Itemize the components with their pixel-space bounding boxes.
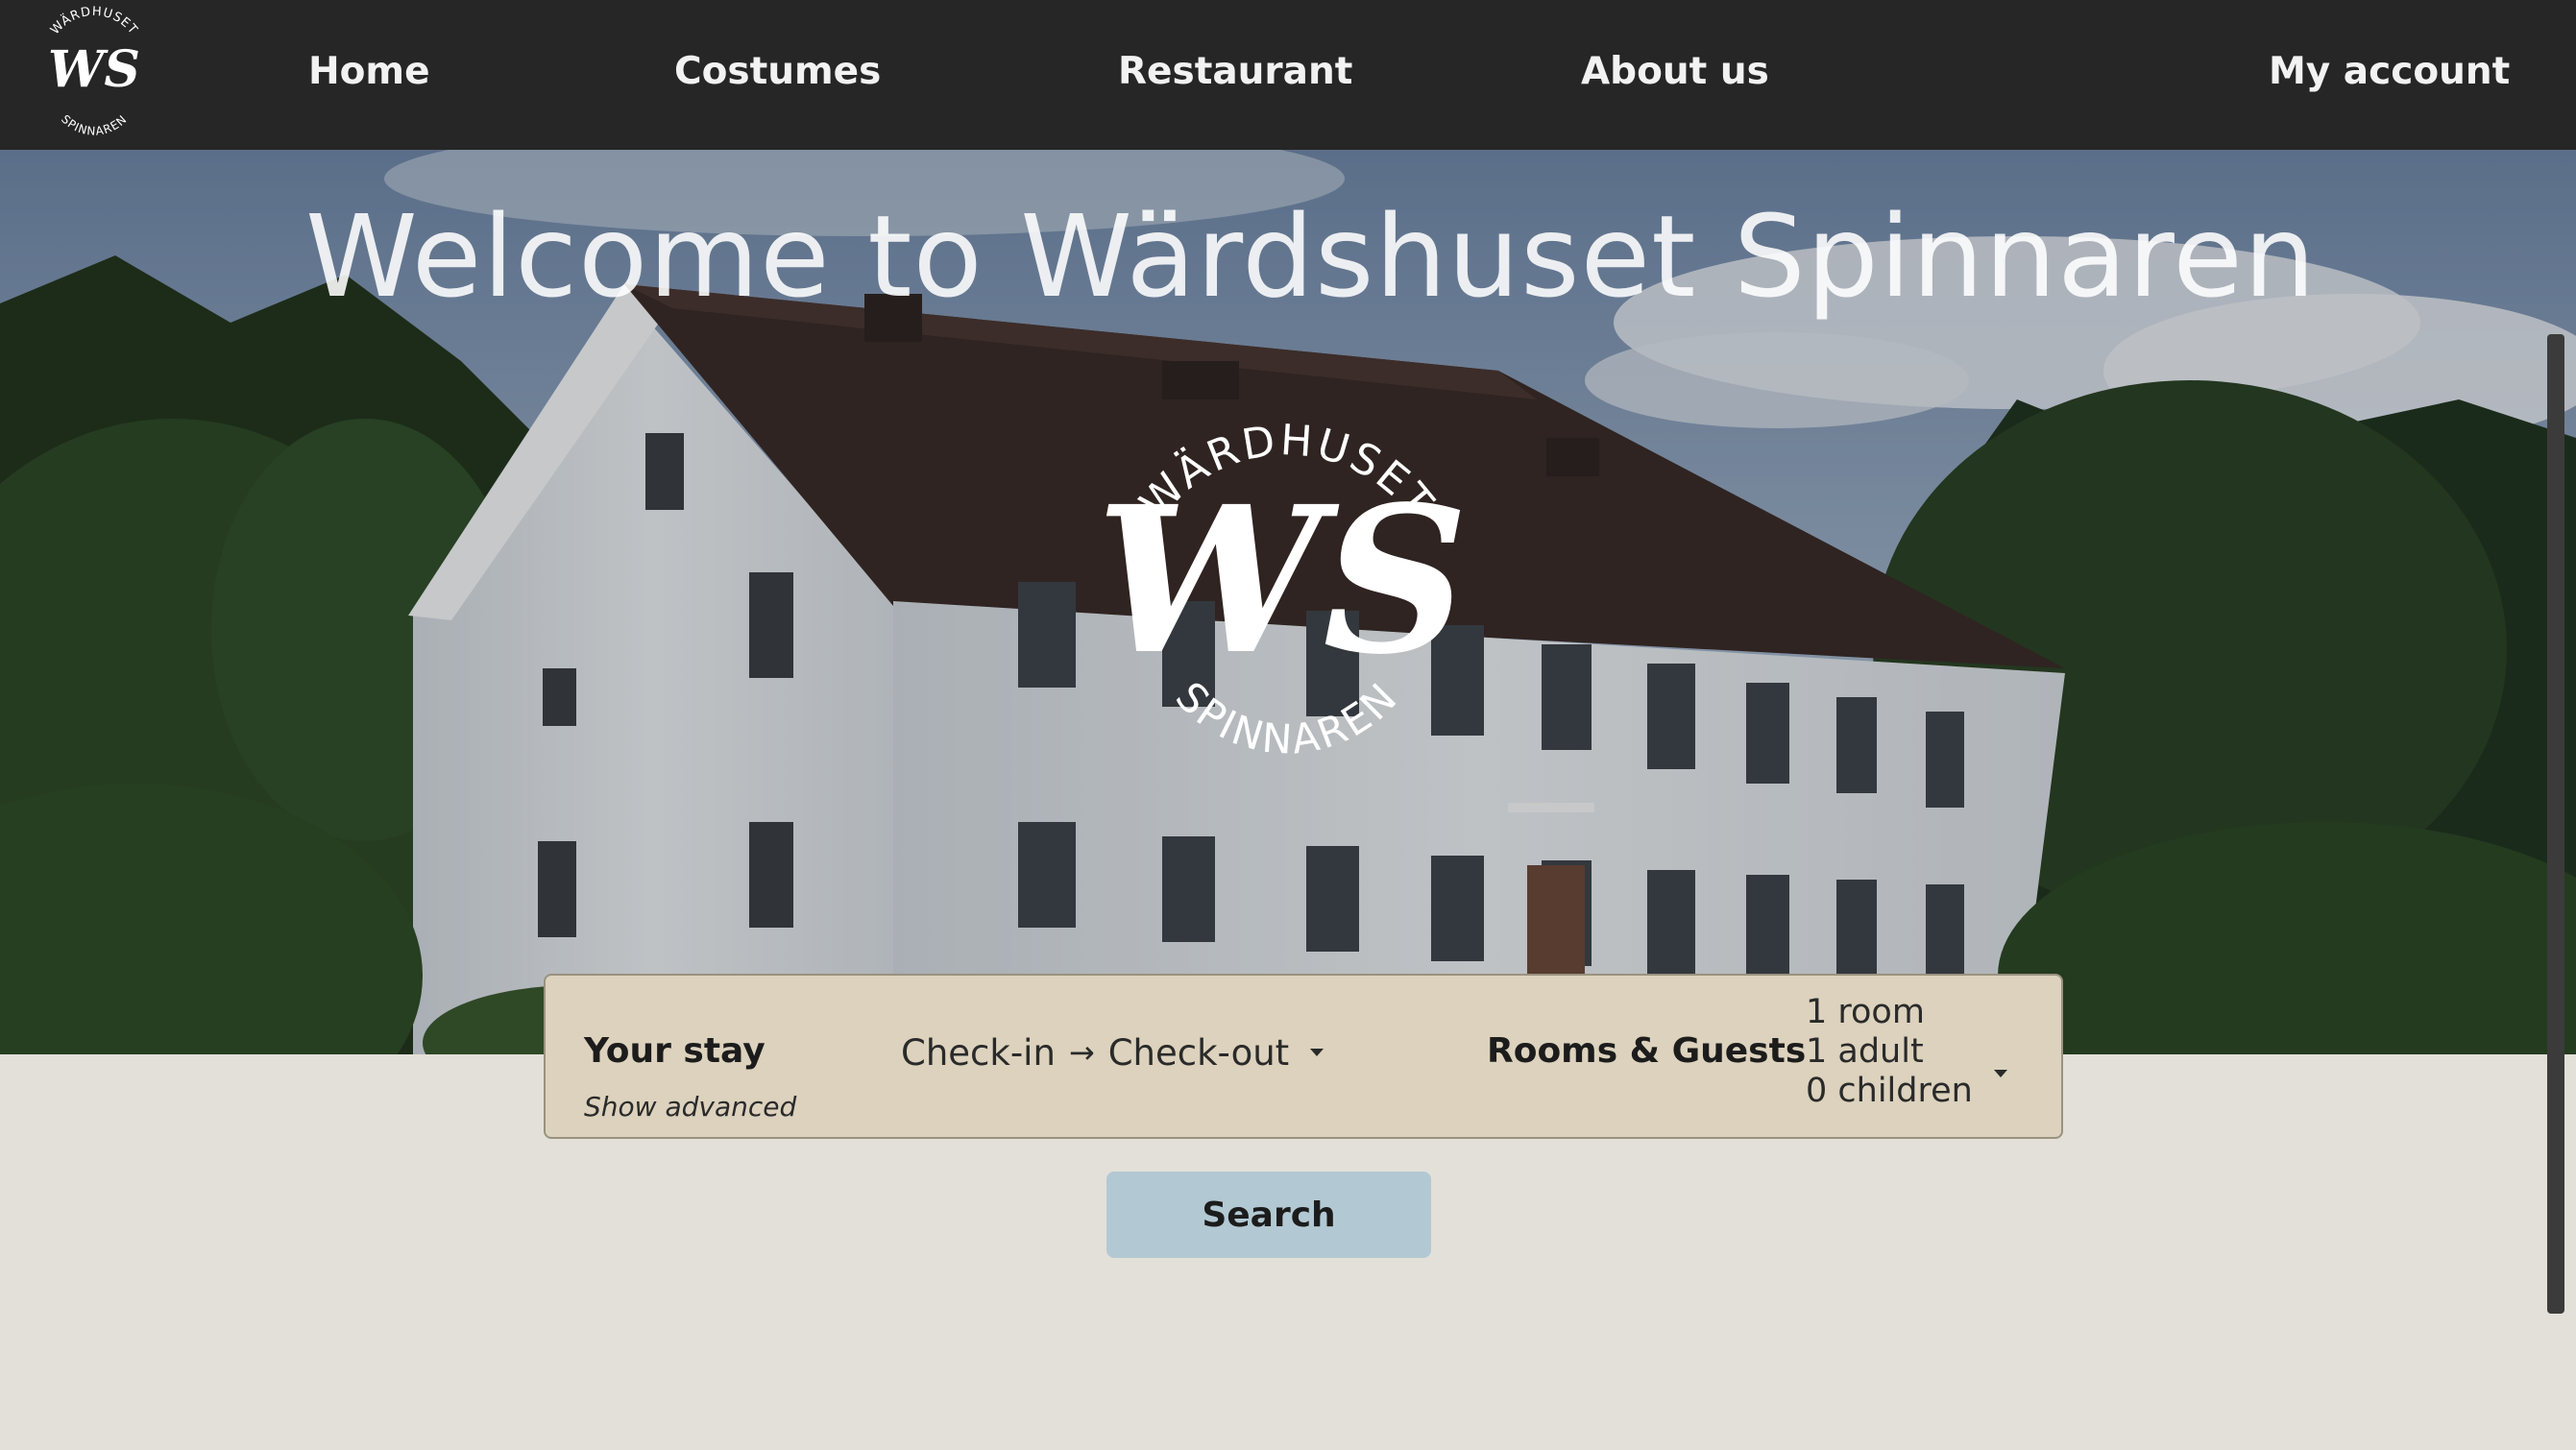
nav-link-my-account[interactable]: My account bbox=[2269, 0, 2510, 142]
top-navigation: WÄRDHUSET WS SPINNAREN Home Costumes Res… bbox=[0, 0, 2576, 150]
nav-link-restaurant[interactable]: Restaurant bbox=[1118, 0, 1352, 142]
nav-link-about-us[interactable]: About us bbox=[1581, 0, 1769, 142]
chevron-down-icon[interactable] bbox=[1310, 1049, 1324, 1056]
booking-form: Your stay Show advanced Check-in → Check… bbox=[544, 974, 2063, 1139]
rooms-guests-picker[interactable]: 1 room 1 adult 0 children bbox=[1806, 993, 2036, 1127]
search-button[interactable]: Search bbox=[1106, 1172, 1431, 1258]
adults-count: 1 adult bbox=[1806, 1032, 1924, 1071]
hero-title: Welcome to Wärdshuset Spinnaren bbox=[305, 190, 2317, 323]
hero-logo-emblem-icon: WÄRDHUSET WS SPINNAREN bbox=[1096, 416, 1469, 763]
check-out-field[interactable]: Check-out bbox=[1108, 1032, 1289, 1074]
date-range-picker[interactable]: Check-in → Check-out bbox=[901, 1024, 1324, 1081]
site-logo[interactable]: WÄRDHUSET WS SPINNAREN bbox=[27, 4, 161, 143]
children-count: 0 children bbox=[1806, 1072, 1973, 1110]
show-advanced-link[interactable]: Show advanced bbox=[584, 1091, 796, 1123]
hero-logo: WÄRDHUSET WS SPINNAREN bbox=[1085, 373, 1489, 814]
nav-link-costumes[interactable]: Costumes bbox=[674, 0, 881, 142]
page-scrollbar[interactable] bbox=[2547, 334, 2564, 1314]
svg-text:WS: WS bbox=[1096, 462, 1469, 699]
logo-emblem-icon: WÄRDHUSET WS SPINNAREN bbox=[31, 5, 158, 138]
arrow-right-icon: → bbox=[1068, 1034, 1095, 1071]
nav-link-home[interactable]: Home bbox=[308, 0, 430, 142]
rooms-count: 1 room bbox=[1806, 993, 1925, 1031]
check-in-field[interactable]: Check-in bbox=[901, 1032, 1056, 1074]
chevron-down-icon[interactable] bbox=[1994, 1070, 2007, 1077]
rooms-guests-label: Rooms & Guests bbox=[1487, 1031, 1807, 1071]
hero-banner: Welcome to Wärdshuset Spinnaren WÄRDHUSE… bbox=[0, 150, 2576, 1054]
svg-text:WS: WS bbox=[48, 40, 140, 99]
your-stay-label: Your stay bbox=[584, 1031, 766, 1071]
